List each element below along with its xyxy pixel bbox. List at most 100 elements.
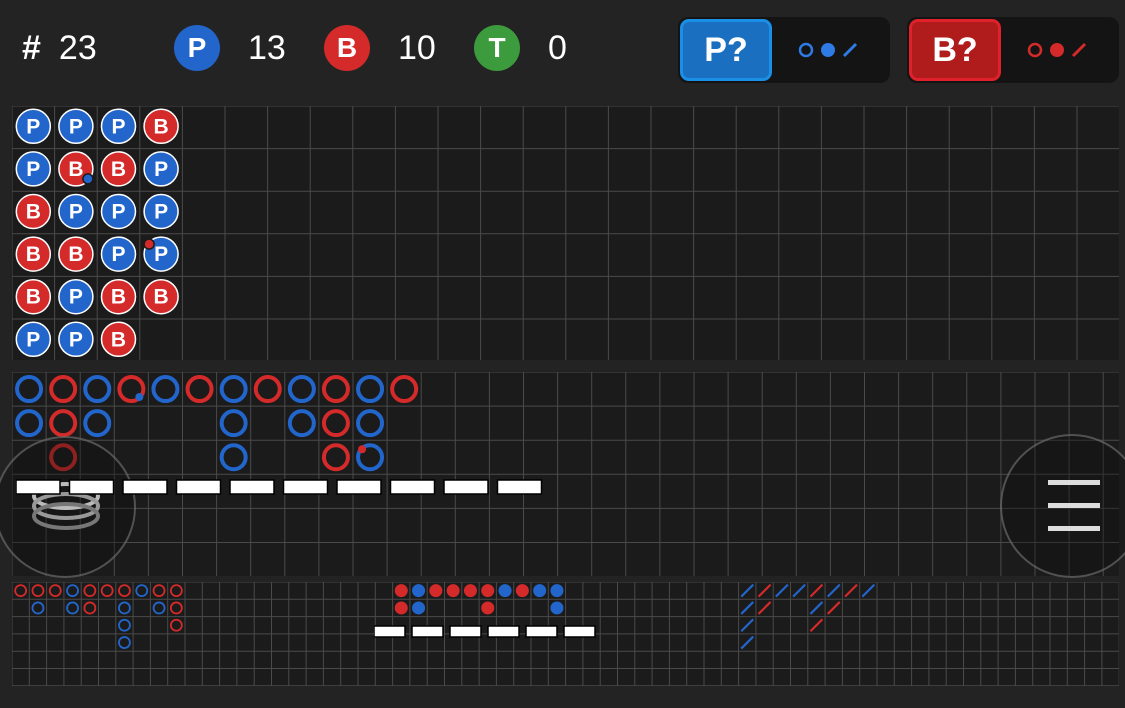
bead-letter: P	[111, 201, 125, 224]
bead-letter: P	[26, 158, 40, 181]
dash-segment	[122, 479, 168, 495]
player-next-road-icons	[798, 42, 858, 58]
bead-letter: B	[26, 286, 41, 309]
big-road-marker-dot	[358, 445, 367, 454]
dash-segment	[229, 479, 275, 495]
bead-player: P	[58, 278, 94, 315]
bead-player: P	[100, 108, 137, 145]
banker-coin-icon: B	[324, 25, 370, 71]
bead-banker: B	[15, 278, 52, 315]
small-road-mark	[412, 584, 426, 598]
bead-letter: P	[26, 328, 40, 351]
tie-count-stat: T 0	[474, 22, 567, 74]
banker-count: 10	[398, 28, 436, 67]
player-prediction[interactable]: P?	[678, 17, 890, 83]
bead-player: P	[15, 321, 52, 358]
bead-letter: P	[69, 286, 83, 309]
bead-letter: B	[68, 243, 83, 266]
dash-segment	[282, 479, 329, 495]
small-road-mark	[481, 584, 495, 598]
hash-symbol: #	[22, 28, 41, 67]
bead-letter: P	[111, 115, 125, 138]
bead-letter: B	[68, 158, 83, 181]
chip-stack-button[interactable]	[0, 436, 136, 578]
banker-prediction-icons	[1003, 40, 1095, 60]
dash-segment	[487, 625, 520, 638]
player-predict-button[interactable]: P?	[680, 19, 772, 81]
bead-letter: B	[154, 115, 169, 138]
bead-banker: B	[143, 278, 179, 315]
bead-player: P	[58, 108, 94, 145]
bead-letter: P	[69, 115, 83, 138]
bead-letter: B	[111, 158, 126, 181]
hamburger-menu-icon	[1048, 480, 1100, 531]
bead-letter: P	[69, 328, 83, 351]
menu-button[interactable]	[1000, 434, 1125, 578]
small-road-mark	[394, 584, 408, 598]
bead-letter: B	[26, 243, 41, 266]
dash-segment	[449, 625, 482, 638]
small-road-mark	[429, 584, 443, 598]
bead-banker: B	[58, 236, 94, 272]
bead-player: P	[15, 108, 52, 145]
small-road-mark	[533, 584, 547, 598]
bead-letter: P	[154, 243, 168, 266]
dash-segment	[175, 479, 222, 495]
banker-predict-button[interactable]: B?	[909, 19, 1001, 81]
dash-segment	[374, 625, 406, 638]
bead-banker: B	[100, 278, 137, 315]
player-prediction-icons	[774, 40, 866, 60]
bead-marker-dot	[143, 238, 155, 250]
bead-banker: B	[100, 151, 137, 187]
dash-segment	[411, 625, 444, 638]
bead-banker: B	[15, 236, 52, 272]
player-count: 13	[248, 28, 286, 67]
small-road-mark	[550, 584, 564, 598]
dash-segment	[496, 479, 543, 495]
stats-bar: # 23 P 13 B 10 T 0 P? B?	[0, 0, 1125, 100]
bead-player: P	[58, 193, 94, 230]
dash-segment	[389, 479, 436, 495]
bead-letter: P	[154, 201, 168, 224]
big-road-marker-dot	[135, 393, 144, 402]
player-coin-icon: P	[174, 25, 220, 71]
dash-segment	[525, 625, 558, 638]
small-road-mark	[498, 584, 512, 598]
bead-marker-dot	[82, 173, 94, 185]
bead-letter: P	[69, 201, 83, 224]
tie-coin-icon: T	[474, 25, 520, 71]
bead-letter: B	[111, 328, 126, 351]
small-road-mark	[446, 584, 460, 598]
bead-banker: B	[15, 193, 52, 230]
bead-letter: B	[154, 286, 169, 309]
big-road-board	[12, 372, 1119, 576]
bead-banker: B	[143, 108, 179, 145]
banker-prediction[interactable]: B?	[907, 17, 1119, 83]
small-road-mark	[463, 584, 477, 598]
redaction-dashes-top	[16, 479, 543, 495]
stacked-chips-icon	[32, 482, 100, 530]
bead-letter: B	[111, 286, 126, 309]
redaction-dashes-bottom	[374, 625, 596, 638]
dash-segment	[16, 479, 61, 495]
small-road-mark	[412, 601, 426, 615]
tie-count: 0	[548, 28, 567, 67]
dash-segment	[563, 625, 596, 638]
bead-player: P	[143, 151, 179, 187]
dash-segment	[336, 479, 382, 495]
small-road-mark	[515, 584, 529, 598]
dash-segment	[68, 479, 115, 495]
banker-next-road-icons	[1027, 42, 1087, 58]
bead-player: P	[143, 193, 179, 230]
round-count: 23	[58, 28, 97, 67]
bead-plate-board: PPBBBPPBPBPPPBPPBBBPPPB	[12, 106, 1119, 360]
bead-player: P	[58, 321, 94, 358]
player-count-stat: P 13	[174, 22, 286, 74]
small-road-mark	[394, 601, 408, 615]
small-road-mark	[481, 601, 495, 615]
small-road-mark	[550, 601, 564, 615]
banker-count-stat: B 10	[324, 22, 436, 74]
bead-player: P	[15, 151, 52, 187]
bead-letter: P	[154, 158, 168, 181]
bead-letter: B	[26, 201, 41, 224]
